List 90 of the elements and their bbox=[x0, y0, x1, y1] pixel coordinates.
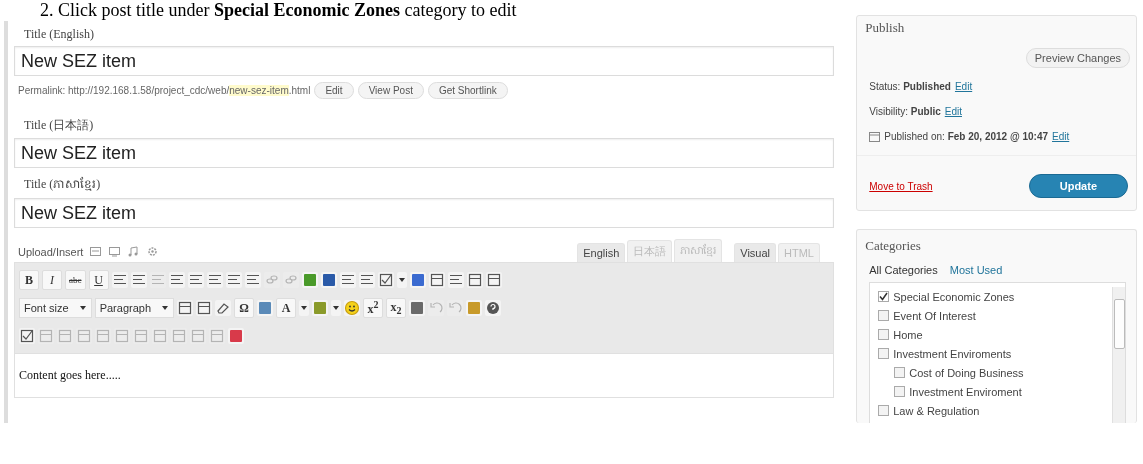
frame-icon[interactable] bbox=[196, 300, 212, 316]
category-label: Law & Regulation bbox=[893, 404, 980, 417]
caret-icon[interactable] bbox=[299, 300, 309, 316]
frame-icon[interactable] bbox=[177, 300, 193, 316]
lines-icon[interactable] bbox=[111, 272, 128, 288]
panel-title: Categories bbox=[864, 237, 922, 255]
field-label: Title (English) bbox=[24, 27, 95, 42]
checkbox[interactable] bbox=[878, 348, 890, 359]
caret-icon bbox=[161, 304, 169, 312]
category-label: Cost of Doing Business bbox=[909, 366, 1024, 379]
dropdown-select[interactable]: Font size bbox=[19, 298, 92, 318]
permalink-button[interactable]: Edit bbox=[314, 82, 354, 99]
lines-icon[interactable] bbox=[206, 272, 223, 288]
caret-icon bbox=[78, 304, 87, 312]
category-tab[interactable]: Most Used bbox=[949, 264, 1003, 276]
language-tab[interactable]: English bbox=[577, 243, 626, 262]
format-button[interactable]: x$^{2}$ bbox=[363, 298, 383, 318]
title-field[interactable]: New SEZ item bbox=[14, 198, 834, 228]
lines-icon[interactable] bbox=[187, 272, 204, 288]
category-label: Special Economic Zones bbox=[893, 290, 1015, 303]
preview-button[interactable]: Preview Changes bbox=[1025, 48, 1130, 68]
checkbox[interactable] bbox=[878, 405, 890, 416]
checkbox[interactable] bbox=[894, 386, 906, 397]
frame-icon[interactable] bbox=[466, 272, 483, 288]
category-label: Investment Enviroments bbox=[893, 347, 1012, 360]
checkbox[interactable] bbox=[878, 291, 890, 302]
square-icon[interactable] bbox=[409, 272, 426, 288]
square-icon[interactable] bbox=[257, 300, 273, 316]
permalink-text: Permalink: http://192.168.1.58/project_cdc/web/new-sez-item.html bbox=[18, 85, 311, 96]
lines-icon[interactable] bbox=[447, 272, 464, 288]
edit-link[interactable]: Edit bbox=[944, 106, 962, 117]
checkmark-icon bbox=[879, 292, 889, 301]
lines-icon[interactable] bbox=[244, 272, 261, 288]
frame-icon[interactable] bbox=[428, 272, 445, 288]
field-label: Title (ភាសាខ្មែរ) bbox=[24, 176, 102, 193]
caret-icon[interactable] bbox=[396, 272, 407, 288]
edit-link[interactable]: Edit bbox=[954, 81, 973, 92]
format-button[interactable]: x$_{2}$ bbox=[386, 298, 406, 318]
format-button[interactable]: U bbox=[88, 270, 109, 290]
category-tab[interactable]: All Categories bbox=[869, 264, 938, 276]
caret-icon[interactable] bbox=[331, 300, 341, 316]
square-icon[interactable] bbox=[409, 300, 425, 316]
trash-link[interactable]: Move to Trash bbox=[869, 180, 933, 192]
gear-icon[interactable] bbox=[146, 245, 160, 258]
square-icon[interactable] bbox=[301, 272, 318, 288]
lines-icon[interactable] bbox=[339, 272, 356, 288]
square-icon[interactable] bbox=[228, 328, 244, 344]
checkmark-icon[interactable] bbox=[377, 272, 394, 288]
format-button[interactable]: I bbox=[42, 270, 62, 290]
title-field[interactable]: New SEZ item bbox=[14, 138, 834, 168]
calendar-icon bbox=[869, 131, 881, 142]
eraser-icon[interactable] bbox=[215, 300, 231, 316]
mode-tab[interactable]: Visual bbox=[734, 243, 777, 262]
lines-icon[interactable] bbox=[168, 272, 185, 288]
category-label: Investment Enviroment bbox=[909, 385, 1022, 398]
lines-icon[interactable] bbox=[225, 272, 242, 288]
lines-icon[interactable] bbox=[358, 272, 375, 288]
help-icon[interactable] bbox=[485, 300, 501, 316]
format-button[interactable]: A bbox=[276, 298, 296, 318]
status-text: Visibility: Public bbox=[869, 106, 941, 117]
edit-link[interactable]: Edit bbox=[1052, 131, 1070, 142]
frame-icon[interactable] bbox=[485, 272, 502, 288]
format-button[interactable]: Ω bbox=[234, 298, 254, 318]
smiley-icon[interactable] bbox=[344, 300, 360, 316]
checkbox[interactable] bbox=[878, 310, 890, 321]
format-button[interactable]: abc bbox=[65, 270, 86, 290]
title-field[interactable]: New SEZ item bbox=[14, 46, 834, 76]
status-text: Status: Published bbox=[869, 81, 951, 92]
checkbox[interactable] bbox=[878, 329, 890, 340]
permalink-button[interactable]: Get Shortlink bbox=[427, 82, 508, 99]
upload-label: Upload/Insert bbox=[18, 245, 84, 258]
field-label: Title (日本語) bbox=[24, 117, 95, 134]
dropdown-select[interactable]: Paragraph bbox=[94, 298, 174, 318]
lines-icon[interactable] bbox=[130, 272, 147, 288]
update-button[interactable]: Update bbox=[1028, 174, 1128, 198]
square-icon[interactable] bbox=[320, 272, 337, 288]
frame-icon[interactable] bbox=[89, 245, 103, 258]
format-button[interactable]: B bbox=[19, 270, 39, 290]
status-text: Published on: Feb 20, 2012 @ 10:47 bbox=[884, 131, 1048, 142]
panel-title: Publish bbox=[864, 19, 906, 36]
scroll-thumb[interactable] bbox=[1113, 299, 1125, 349]
content-text: Content goes here..... bbox=[14, 354, 834, 398]
note-icon[interactable] bbox=[127, 245, 141, 258]
scrollbar[interactable] bbox=[1112, 287, 1125, 423]
checkmark-icon[interactable] bbox=[19, 328, 35, 344]
category-label: Home bbox=[893, 328, 923, 341]
category-label: Event Of Interest bbox=[893, 309, 976, 322]
checkbox[interactable] bbox=[894, 367, 906, 378]
permalink-button[interactable]: View Post bbox=[357, 82, 424, 99]
instruction-text: 2. Click post title under Special Economic Zones category to edit bbox=[39, 0, 517, 21]
